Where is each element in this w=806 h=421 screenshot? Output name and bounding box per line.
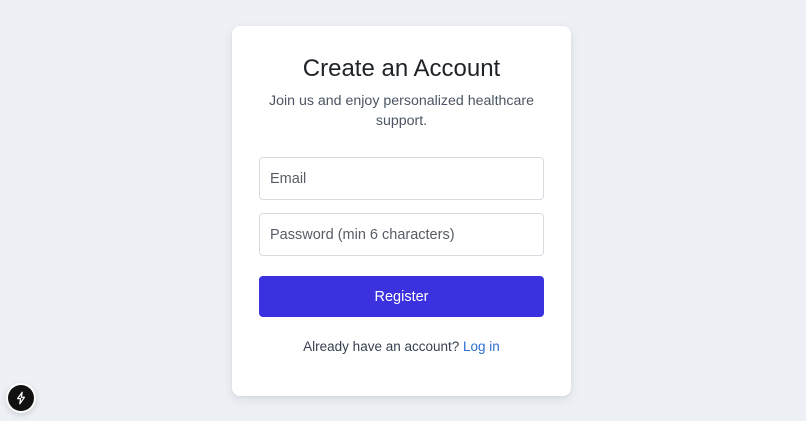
login-prompt: Already have an account? Log in (232, 338, 571, 356)
page-title: Create an Account (302, 55, 501, 82)
password-field[interactable] (259, 213, 544, 256)
page-subtitle: Join us and enjoy personalized healthcar… (268, 93, 534, 129)
login-prompt-text: Already have an account? (303, 339, 460, 354)
register-button[interactable]: Register (259, 276, 544, 317)
lightning-bolt-icon (16, 391, 26, 405)
dev-tools-button[interactable] (8, 385, 34, 411)
email-field[interactable] (259, 157, 544, 200)
login-link[interactable]: Log in (463, 339, 500, 354)
registration-card: Create an Account Join us and enjoy pers… (232, 26, 571, 396)
